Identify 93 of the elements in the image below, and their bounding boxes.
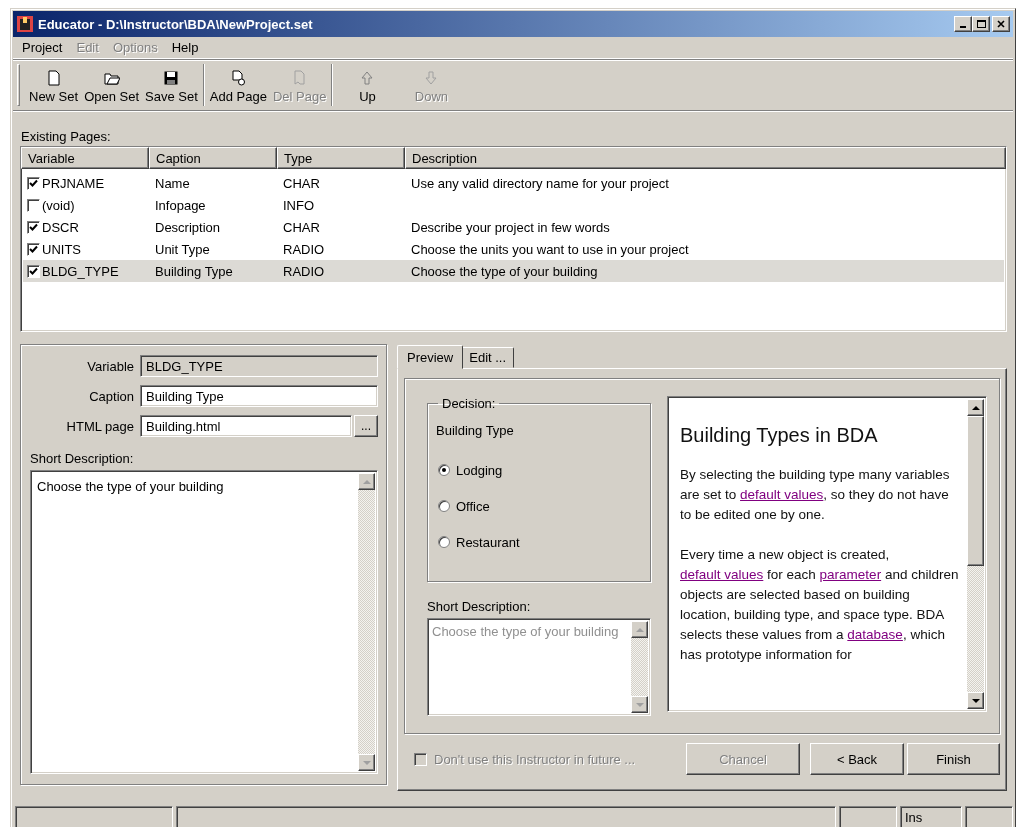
status-text: Ins: [905, 810, 923, 825]
table-cell-text: Unit Type: [154, 241, 211, 257]
column-header[interactable]: Variable: [21, 147, 149, 169]
column-header[interactable]: Type: [277, 147, 405, 169]
paragraph: Every time a new object is created, default values for each parameter and children objects are selected based on building location, building type, and space type. BDA selects these values from a database, which has prototype information for: [680, 546, 959, 664]
check-icon: [29, 267, 38, 275]
toolbar-button[interactable]: Save Set: [142, 64, 201, 106]
table-cell-text: RADIO: [282, 241, 326, 257]
table-row[interactable]: DSCR Description CHAR Describe your project in few words: [23, 216, 1004, 238]
check-icon: [29, 245, 38, 253]
table-cell-text: Describe your project in few words: [410, 219, 611, 235]
table-cell-text: Building Type: [154, 263, 234, 279]
table-cell: PRJNAME: [42, 175, 105, 191]
table-cell-text: Use any valid directory name for your project: [410, 175, 670, 191]
table-cell-text: INFO: [282, 197, 316, 213]
input-field[interactable]: Building Type: [140, 385, 378, 407]
radio-label: Office: [456, 498, 490, 514]
field-label: HTML page: [65, 418, 134, 434]
delete-page-icon: [291, 70, 308, 86]
radio-label: Lodging: [456, 462, 503, 478]
close-icon: [997, 20, 1005, 28]
text-area[interactable]: Choose the type of your building: [30, 470, 378, 774]
table-row[interactable]: BLDG_TYPE Building Type RADIO Choose the type of your building: [23, 260, 1004, 282]
toolbar-button[interactable]: Up: [335, 64, 400, 106]
dialog-button[interactable]: Finish: [907, 743, 1000, 775]
tab[interactable]: Preview: [397, 345, 464, 369]
menu-item[interactable]: Project: [15, 38, 70, 57]
app-icon: [17, 16, 33, 32]
field-label: Short Description:: [30, 451, 135, 466]
table-cell-text: Infopage: [154, 197, 207, 213]
field-label: Short Description:: [427, 599, 532, 614]
radio-button[interactable]: [438, 500, 450, 512]
text-area-value: Choose the type of your building: [432, 623, 620, 641]
field-label: Variable: [86, 358, 134, 374]
column-header[interactable]: Description: [405, 147, 1006, 169]
new-page-icon: [45, 70, 62, 86]
table-cell-text: Choose the type of your building: [410, 263, 599, 279]
question-label: Building Type: [436, 423, 515, 438]
scroll-up-button[interactable]: [967, 399, 984, 416]
radio-button[interactable]: [438, 536, 450, 548]
minimize-button[interactable]: [954, 16, 972, 32]
paragraph: By selecting the building type many variables are set to default values, so they do not have to be edited one by one.: [680, 466, 951, 524]
menu-item[interactable]: Help: [164, 38, 206, 57]
checkbox[interactable]: [27, 264, 40, 278]
link[interactable]: parameter: [819, 567, 882, 582]
tab[interactable]: Edit ...: [461, 347, 515, 368]
radio-label: Restaurant: [456, 534, 520, 550]
link[interactable]: database: [847, 627, 903, 642]
table-row[interactable]: PRJNAME Name CHAR Use any valid directory name for your project: [23, 172, 1004, 194]
column-header[interactable]: Caption: [149, 147, 277, 169]
maximize-icon: [976, 20, 986, 28]
field-label: Caption: [88, 388, 134, 404]
section-label: Existing Pages:: [21, 129, 111, 144]
table-cell-text: Name: [154, 175, 191, 191]
scroll-up-button[interactable]: [358, 473, 375, 490]
table-cell: DSCR: [42, 219, 79, 235]
browse-button[interactable]: ...: [354, 415, 378, 437]
check-icon: [29, 223, 38, 231]
add-page-icon: [230, 70, 247, 86]
text-area-value: Choose the type of your building: [37, 478, 225, 496]
toolbar-button[interactable]: New Set: [26, 64, 82, 106]
scrollbar[interactable]: [358, 473, 375, 771]
table-cell-text: CHAR: [282, 175, 321, 191]
radio-button[interactable]: [438, 464, 450, 476]
scroll-down-button[interactable]: [967, 692, 984, 709]
up-arrow-icon: [359, 70, 376, 86]
link[interactable]: default values: [680, 567, 764, 582]
status-panel: [839, 806, 897, 827]
table-row[interactable]: (void) Infopage INFO: [23, 194, 1004, 216]
dialog-button[interactable]: < Back: [810, 743, 904, 775]
table-cell-text: Choose the units you want to use in your project: [410, 241, 690, 257]
scroll-down-button[interactable]: [358, 754, 375, 771]
toolbar-button[interactable]: Open Set: [81, 64, 143, 106]
folder-icon: [103, 70, 120, 86]
table-cell: (void): [42, 197, 75, 213]
table-cell-text: CHAR: [282, 219, 321, 235]
checkbox-label: Don't use this Instructor in future ...: [434, 751, 636, 767]
table-cell: BLDG_TYPE: [42, 263, 119, 279]
table-cell-text: RADIO: [282, 263, 326, 279]
table-cell: UNITS: [42, 241, 81, 257]
window-title: Educator - D:\Instructor\BDA\NewProject.set: [38, 16, 314, 32]
check-icon: [29, 179, 38, 187]
scroll-thumb[interactable]: [967, 416, 984, 566]
table-row[interactable]: UNITS Unit Type RADIO Choose the units you want to use in your project: [23, 238, 1004, 260]
toolbar-button[interactable]: Add Page: [206, 64, 270, 106]
status-panel: [965, 806, 1013, 827]
scrollbar[interactable]: [967, 399, 984, 709]
close-button[interactable]: [992, 16, 1010, 32]
table-cell-text: Description: [154, 219, 222, 235]
input-field[interactable]: Building.html: [140, 415, 352, 437]
page-heading: Building Types in BDA: [680, 423, 879, 447]
maximize-button[interactable]: [972, 16, 990, 32]
group-label: Decision:: [441, 396, 497, 411]
